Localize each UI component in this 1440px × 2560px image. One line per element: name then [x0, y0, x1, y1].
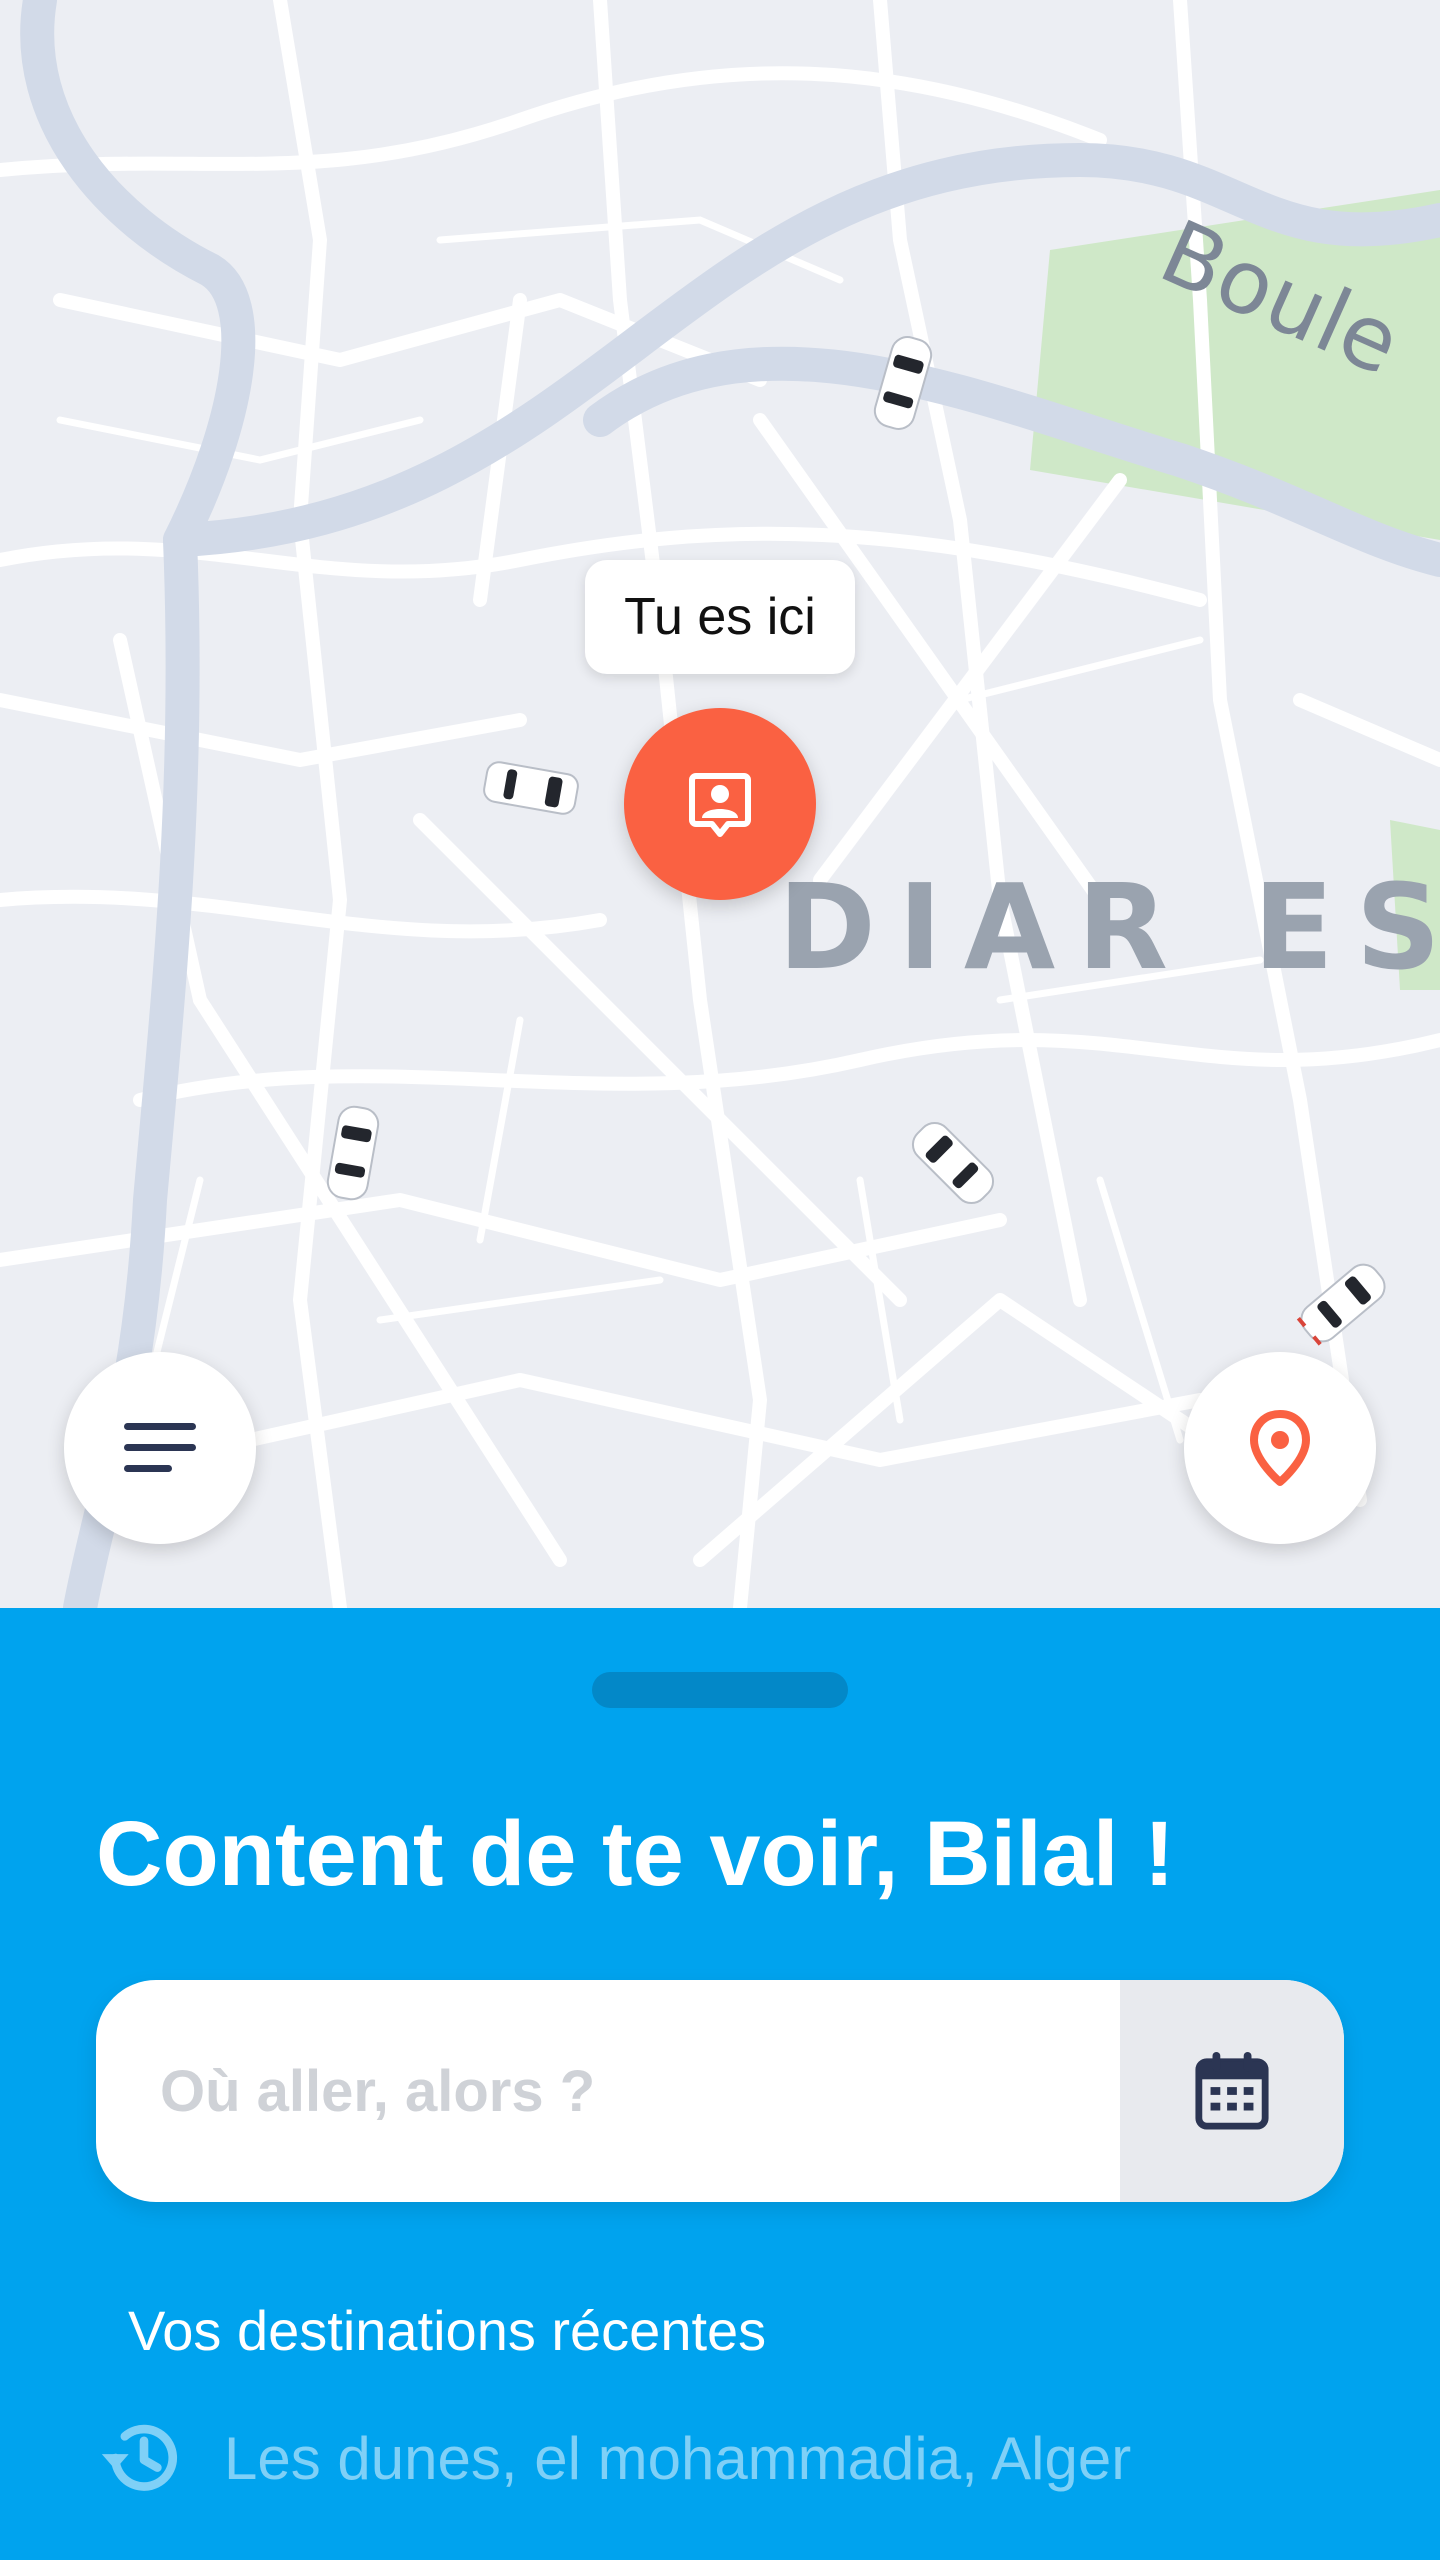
current-location-marker[interactable]	[624, 708, 816, 900]
menu-button[interactable]	[64, 1352, 256, 1544]
recent-destination-label: Les dunes, el mohammadia, Alger	[224, 2424, 1132, 2492]
schedule-ride-button[interactable]	[1120, 1980, 1344, 2202]
recent-destinations-title: Vos destinations récentes	[128, 2299, 767, 2362]
district-label: DIAR ES S	[778, 858, 1440, 996]
menu-icon	[124, 1423, 196, 1472]
locate-me-button[interactable]	[1184, 1352, 1376, 1544]
history-icon	[96, 2410, 192, 2506]
recent-destination-item[interactable]: Les dunes, el mohammadia, Alger	[96, 2398, 1131, 2518]
person-location-icon	[689, 773, 751, 837]
destination-search-input[interactable]	[160, 1980, 1100, 2202]
destination-search-bar[interactable]	[96, 1980, 1344, 2202]
bottom-sheet[interactable]: Content de te voir, Bilal ! Vos destinat…	[0, 1608, 1440, 2560]
calendar-icon	[1195, 2052, 1269, 2130]
current-location-tooltip: Tu es ici	[585, 560, 855, 674]
drag-handle[interactable]	[592, 1672, 848, 1708]
map-view[interactable]: Boule DIAR ES S Tu es ici	[0, 0, 1440, 1608]
greeting-title: Content de te voir, Bilal !	[96, 1803, 1175, 1905]
map-pin-icon	[1250, 1410, 1310, 1486]
